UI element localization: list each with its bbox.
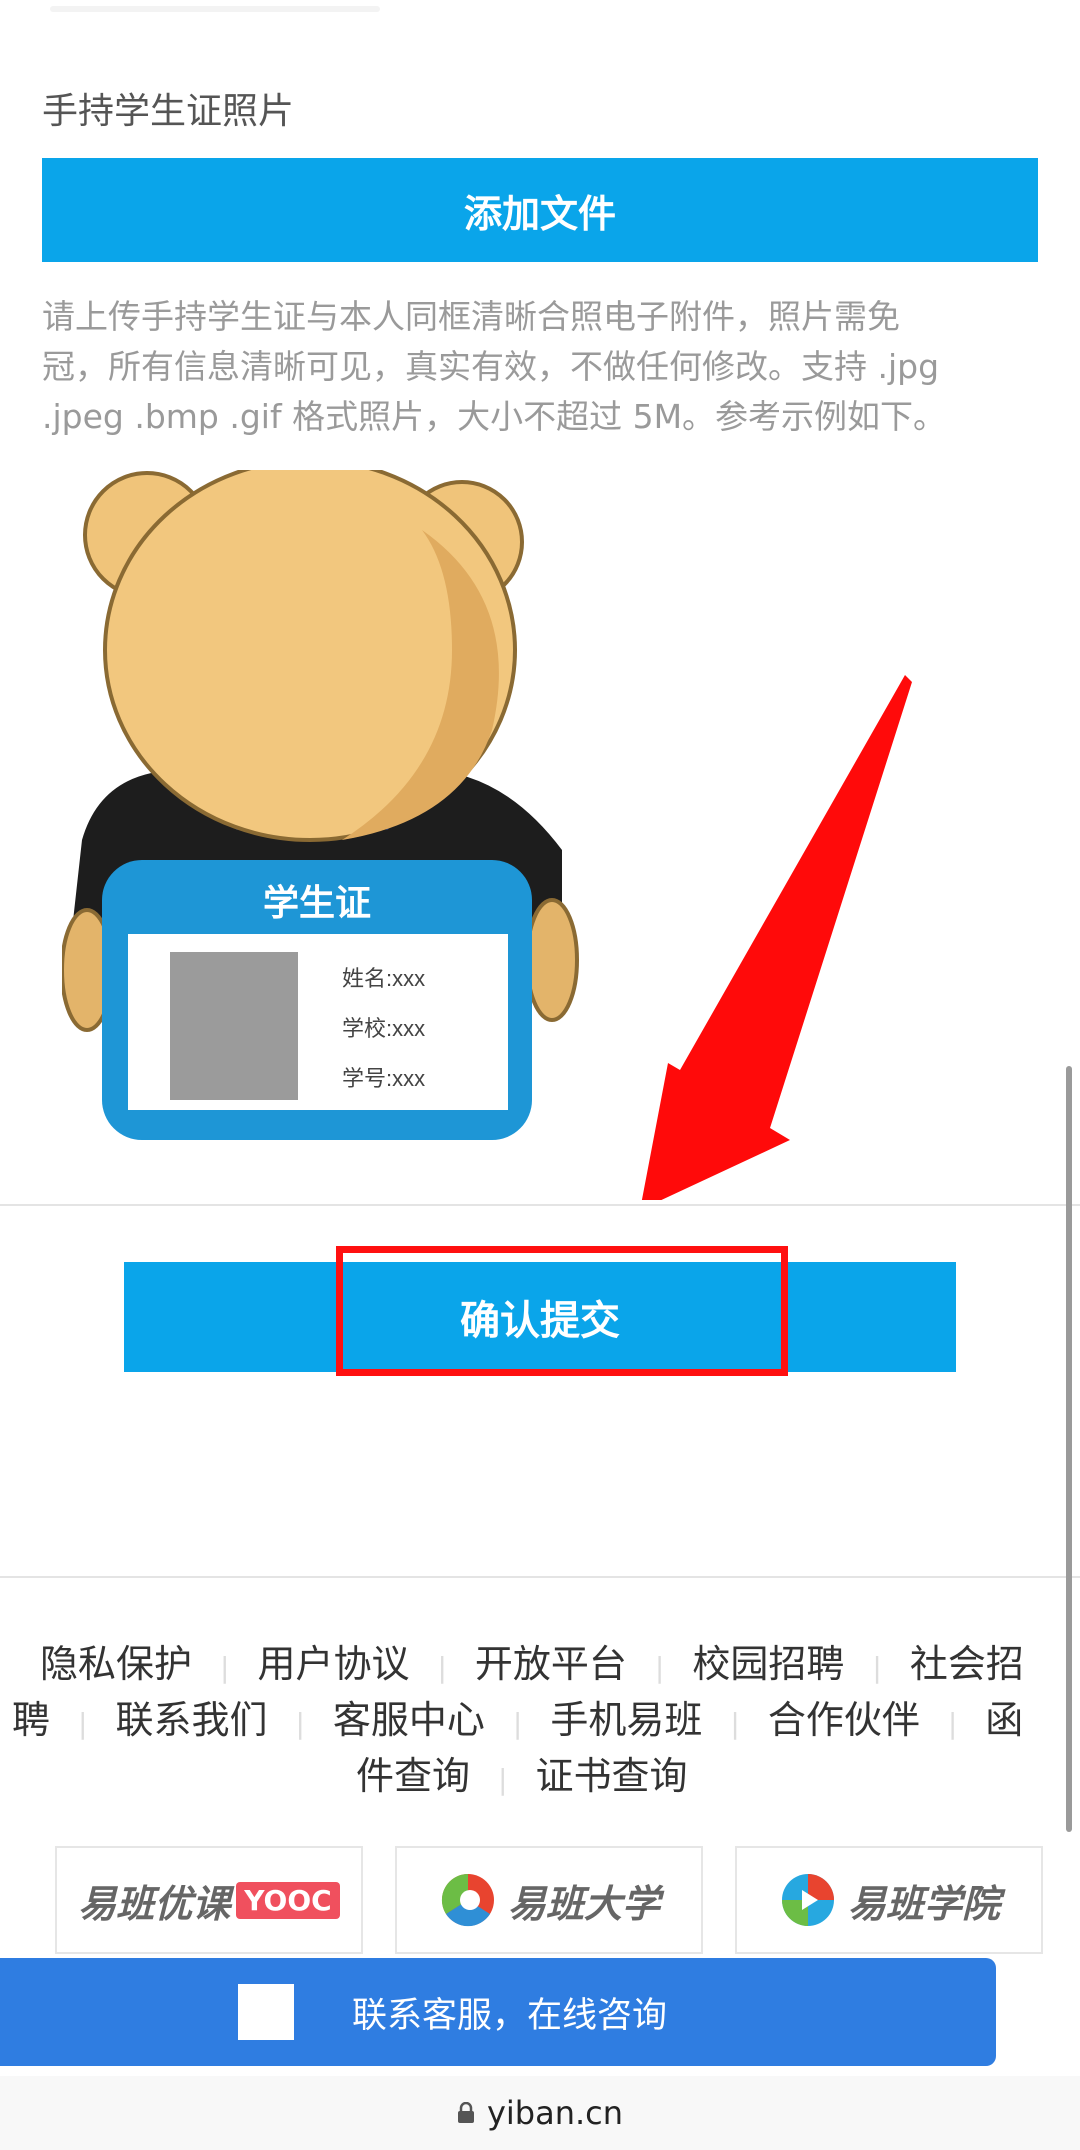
example-illustration: 学生证 姓名:xxx 学校:xxx 学号:xxx — [62, 470, 579, 1140]
link-separator: | — [947, 1707, 958, 1740]
service-icon — [238, 1984, 294, 2040]
link-separator: | — [295, 1707, 305, 1740]
upload-hint-line: 冠，所有信息清晰可见，真实有效，不做任何修改。支持 .jpg — [42, 347, 940, 386]
service-text: 联系客服，在线咨询 — [352, 1995, 668, 2036]
footer-link-social-recruit[interactable]: 社会招 — [910, 1642, 1024, 1686]
divider — [0, 1204, 1080, 1206]
link-separator: | — [512, 1707, 523, 1740]
footer-link-campus-recruit[interactable]: 校园招聘 — [692, 1642, 844, 1686]
upload-hint-line: 请上传手持学生证与本人同框清晰合照电子附件，照片需免 — [42, 297, 900, 336]
upload-hint-line: .jpeg .bmp .gif 格式照片，大小不超过 5M。参考示例如下。 — [42, 397, 947, 436]
footer-link-mobile-yiban[interactable]: 手机易班 — [550, 1698, 702, 1742]
highlight-box — [336, 1246, 788, 1376]
link-separator: | — [654, 1651, 665, 1684]
example-card-school: 学校:xxx — [342, 1016, 425, 1041]
link-separator: | — [498, 1763, 508, 1796]
red-arrow-annotation — [641, 675, 912, 1200]
example-card-name: 姓名:xxx — [342, 966, 425, 991]
footer-link-social-recruit-cont[interactable]: 聘 — [12, 1698, 50, 1742]
footer-link-letter-query[interactable]: 函 — [985, 1698, 1023, 1742]
partner-yiban-university[interactable]: 易班大学 — [395, 1846, 703, 1954]
footer-link-contact-us[interactable]: 联系我们 — [115, 1698, 267, 1742]
example-card-id: 学号:xxx — [342, 1066, 425, 1091]
partner-logos: 易班优课 YOOC 易班大学 易班学院 — [55, 1846, 1045, 1958]
page: 手持学生证照片 添加文件 请上传手持学生证与本人同框清晰合照电子附件，照片需免 … — [0, 0, 1080, 2150]
partner-yooc[interactable]: 易班优课 YOOC — [55, 1846, 363, 1954]
link-separator: | — [437, 1651, 447, 1684]
example-card-title: 学生证 — [263, 882, 371, 923]
add-file-button[interactable]: 添加文件 — [42, 158, 1038, 262]
partner-name: 易班优课 — [78, 1881, 231, 1926]
footer-link-service-center[interactable]: 客服中心 — [333, 1698, 485, 1742]
footer-link-row: 聘 | 联系我们 | 客服中心 | 手机易班 | 合作伙伴 | 函 — [12, 1692, 1023, 1752]
lock-icon — [457, 2102, 474, 2123]
footer-link-open-platform[interactable]: 开放平台 — [475, 1642, 627, 1686]
footer-link-row: 件查询 | 证书查询 — [356, 1748, 687, 1808]
top-divider — [50, 6, 380, 12]
divider — [0, 1576, 1080, 1578]
upload-hint: 请上传手持学生证与本人同框清晰合照电子附件，照片需免 冠，所有信息清晰可见，真实… — [42, 292, 1032, 442]
footer-link-row: 隐私保护 | 用户协议 | 开放平台 | 校园招聘 | 社会招 — [40, 1636, 1024, 1696]
yiban-university-logo-icon — [441, 1873, 494, 1927]
address-bar[interactable]: yiban.cn — [0, 2076, 1080, 2150]
partner-yiban-college[interactable]: 易班学院 — [735, 1846, 1043, 1954]
url-text: yiban.cn — [486, 2094, 624, 2132]
partner-name: 易班大学 — [507, 1881, 660, 1926]
footer-link-letter-query-cont[interactable]: 件查询 — [356, 1754, 470, 1798]
scrollbar[interactable] — [1066, 1066, 1072, 1832]
link-separator: | — [730, 1707, 740, 1740]
partner-name: 易班学院 — [847, 1881, 1000, 1926]
footer-link-user-agreement[interactable]: 用户协议 — [257, 1642, 409, 1686]
online-service-bar[interactable]: 联系客服，在线咨询 — [0, 1958, 996, 2066]
footer-link-privacy[interactable]: 隐私保护 — [40, 1642, 192, 1686]
yooc-badge: YOOC — [236, 1881, 340, 1919]
link-separator: | — [220, 1651, 230, 1684]
section-title: 手持学生证照片 — [42, 91, 295, 132]
link-separator: | — [78, 1707, 88, 1740]
footer-link-partners[interactable]: 合作伙伴 — [768, 1698, 920, 1742]
yiban-college-logo-icon — [781, 1874, 834, 1926]
footer-link-certificate-query[interactable]: 证书查询 — [535, 1754, 687, 1798]
link-separator: | — [872, 1651, 882, 1684]
